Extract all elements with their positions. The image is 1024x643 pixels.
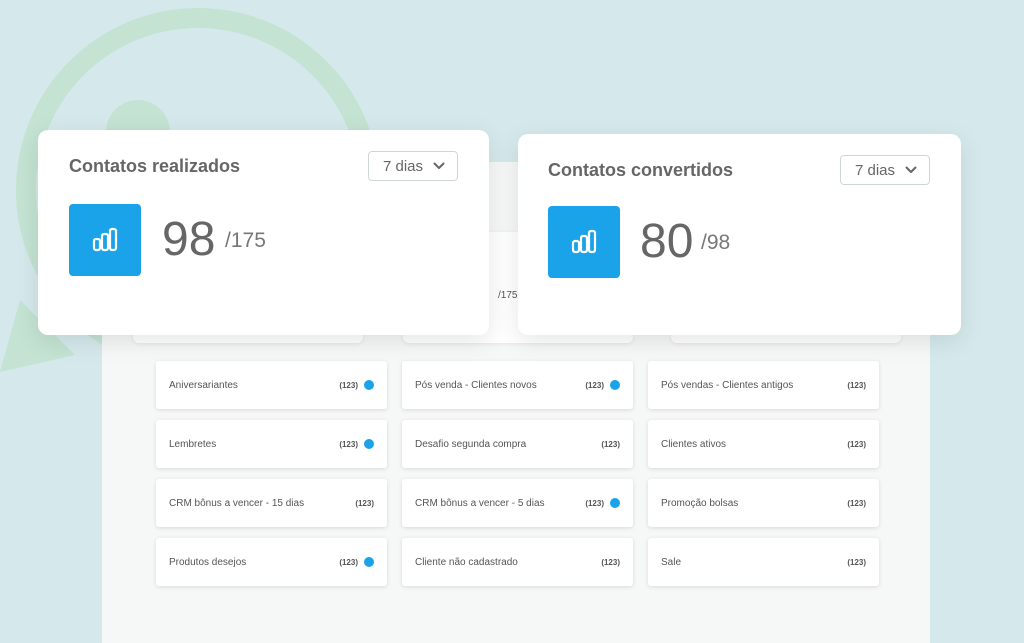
status-dot-icon: [610, 380, 620, 390]
segment-count: (123): [601, 439, 620, 449]
bar-chart-icon: [92, 227, 118, 252]
segment-count: (123): [847, 557, 866, 567]
segment-item[interactable]: Promoção bolsas (123): [648, 479, 879, 527]
metric-total: /98: [701, 231, 731, 254]
segment-item[interactable]: CRM bônus a vencer - 5 dias (123): [402, 479, 633, 527]
segment-item[interactable]: Pós vendas - Clientes antigos (123): [648, 361, 879, 409]
metric-value: 98: [162, 213, 216, 266]
segment-count: (123): [847, 439, 866, 449]
segment-grid: Aniversariantes (123) Pós venda - Clientes…: [156, 361, 879, 586]
segment-count: (123): [339, 557, 358, 567]
card-title: Contatos convertidos: [548, 160, 734, 180]
segment-label: Desafio segunda compra: [415, 438, 527, 450]
status-dot-icon: [364, 557, 374, 567]
segment-item[interactable]: Desafio segunda compra (123): [402, 420, 633, 468]
segment-item[interactable]: CRM bônus a vencer - 15 dias (123): [156, 479, 387, 527]
card-title: Contatos realizados: [69, 156, 241, 176]
metric-icon-box: [69, 204, 141, 276]
status-dot-icon: [364, 380, 374, 390]
segment-count: (123): [585, 380, 604, 390]
segment-label: Sale: [661, 556, 682, 568]
segment-count: (123): [847, 380, 866, 390]
segment-label: Pós venda - Clientes novos: [415, 379, 537, 391]
segment-count: (123): [585, 498, 604, 508]
period-select-value: 7 dias: [855, 161, 896, 179]
segment-label: CRM bônus a vencer - 5 dias: [415, 497, 545, 509]
period-select[interactable]: 7 dias: [840, 155, 930, 185]
segment-item[interactable]: Cliente não cadastrado (123): [402, 538, 633, 586]
segment-label: Cliente não cadastrado: [415, 556, 518, 568]
segment-item[interactable]: Clientes ativos (123): [648, 420, 879, 468]
period-select[interactable]: 7 dias: [368, 151, 458, 181]
segment-label: Pós vendas - Clientes antigos: [661, 379, 794, 391]
segment-label: Clientes ativos: [661, 438, 727, 450]
segment-count: (123): [355, 498, 374, 508]
segment-count: (123): [847, 498, 866, 508]
segment-item[interactable]: Produtos desejos (123): [156, 538, 387, 586]
metric-icon-box: [548, 206, 620, 278]
segment-label: Promoção bolsas: [661, 497, 739, 509]
status-dot-icon: [610, 498, 620, 508]
segment-count: (123): [339, 439, 358, 449]
segment-label: CRM bônus a vencer - 15 dias: [169, 497, 305, 509]
segment-item[interactable]: Aniversariantes (123): [156, 361, 387, 409]
segment-label: Lembretes: [169, 438, 217, 450]
period-select-value: 7 dias: [383, 157, 424, 175]
bar-chart-icon: [571, 229, 597, 254]
segment-label: Produtos desejos: [169, 556, 247, 568]
segment-item[interactable]: Lembretes (123): [156, 420, 387, 468]
chevron-down-icon: [905, 166, 917, 173]
chevron-down-icon: [433, 162, 445, 169]
stat-card-contatos-realizados: Contatos realizados 7 dias 98 /175: [38, 130, 489, 335]
metric-value: 80: [640, 215, 694, 268]
metric-total: /175: [225, 229, 266, 252]
segment-count: (123): [339, 380, 358, 390]
segment-label: Aniversariantes: [169, 379, 238, 391]
background-card-total: /175: [498, 290, 518, 301]
status-dot-icon: [364, 439, 374, 449]
stat-card-contatos-convertidos: Contatos convertidos 7 dias 80 /98: [518, 134, 961, 335]
segment-count: (123): [601, 557, 620, 567]
segment-item[interactable]: Sale (123): [648, 538, 879, 586]
segment-item[interactable]: Pós venda - Clientes novos (123): [402, 361, 633, 409]
